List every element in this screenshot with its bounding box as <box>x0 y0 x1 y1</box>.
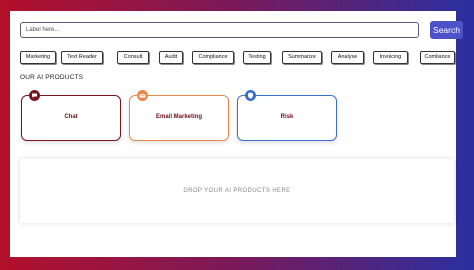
search-input[interactable]: Label here... <box>20 22 419 38</box>
product-card-email-marketing[interactable]: Email Marketing <box>129 90 229 141</box>
tag-invoicing[interactable]: Invoicing <box>373 51 408 64</box>
section-title: OUR AI PRODUCTS <box>20 74 84 81</box>
tag-marketing[interactable]: Marketing <box>20 51 56 64</box>
product-card-label: Risk <box>280 114 294 120</box>
tag-testing[interactable]: Testing <box>243 51 271 64</box>
email-icon <box>137 90 148 101</box>
chat-icon <box>29 90 40 101</box>
product-card-risk[interactable]: Risk <box>237 90 337 141</box>
product-card-label: Chat <box>64 114 78 120</box>
tag-text-reader[interactable]: Text Reader <box>61 51 103 64</box>
product-card-chat[interactable]: Chat <box>21 90 121 141</box>
product-card-label: Email Marketing <box>155 114 202 120</box>
drop-zone[interactable]: DROP YOUR AI PRODUCTS HERE <box>20 159 454 223</box>
tag-summarize[interactable]: Summarize <box>282 51 322 64</box>
search-button[interactable]: Search <box>430 21 463 39</box>
tag-comliance[interactable]: Comliance <box>420 51 455 64</box>
tag-analyse[interactable]: Analyse <box>331 51 364 64</box>
tag-audit[interactable]: Audit <box>159 51 183 64</box>
drop-zone-text: DROP YOUR AI PRODUCTS HERE <box>183 188 291 194</box>
tag-consult[interactable]: Consult <box>117 51 149 64</box>
shield-icon <box>245 90 256 101</box>
tag-compliance[interactable]: Compliance <box>192 51 234 64</box>
tag-filter-bar: Marketing Text Reader Consult Audit Comp… <box>20 51 456 65</box>
main-panel: Label here... Search Marketing Text Read… <box>10 11 463 257</box>
